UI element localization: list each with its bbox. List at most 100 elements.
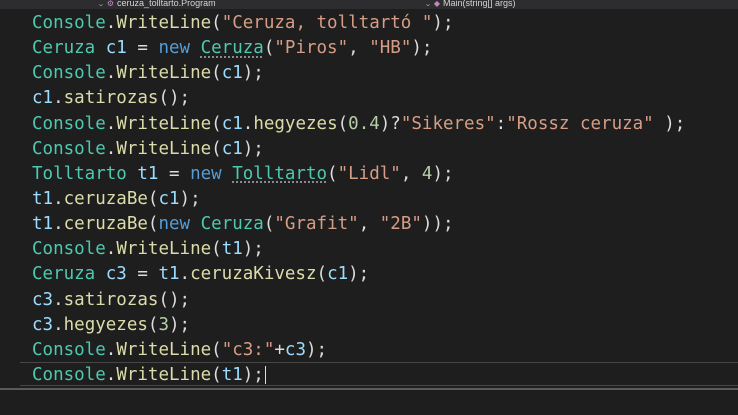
- code-text-area[interactable]: Console.WriteLine("Ceruza, tolltartó ");…: [32, 11, 685, 388]
- navigation-bar: ⌄ ⚙ ceruza_tolltarto.Program ⌄ ◆ Main(string…: [0, 0, 738, 9]
- text-cursor: [265, 366, 266, 384]
- variable-token: c1: [105, 38, 127, 59]
- punctuation-token: );: [242, 138, 264, 159]
- string-literal-token: "Piros": [274, 38, 349, 59]
- punctuation-token: (: [211, 239, 222, 260]
- member-dropdown[interactable]: ⌄ ◆ Main(string[] args): [424, 0, 515, 9]
- number-literal-token: 3: [158, 314, 170, 335]
- punctuation-token: .: [53, 88, 64, 109]
- punctuation-token: );: [432, 13, 454, 33]
- method-name-token: ceruzaKivesz: [190, 264, 317, 285]
- punctuation-token: .: [242, 113, 254, 134]
- code-line[interactable]: Console.WriteLine("Ceruza, tolltartó ");: [32, 11, 685, 36]
- punctuation-token: (: [147, 188, 159, 209]
- code-line[interactable]: Ceruza c1 = new Ceruza("Piros", "HB");: [32, 36, 685, 61]
- method-name-token: ceruzaBe: [63, 214, 148, 235]
- punctuation-token: +: [274, 339, 285, 360]
- type-name-token: Ceruza: [200, 214, 264, 235]
- variable-token: c1: [158, 188, 180, 209]
- punctuation-token: (: [263, 214, 275, 235]
- variable-token: t1: [221, 239, 243, 260]
- variable-token: t1: [221, 364, 243, 385]
- variable-token: c3: [284, 339, 306, 360]
- punctuation-token: (: [147, 214, 159, 235]
- code-editor[interactable]: ⌄ ⚙ ceruza_tolltarto.Program ⌄ ◆ Main(string…: [0, 0, 738, 415]
- punctuation-token: (: [211, 339, 222, 360]
- code-line[interactable]: Console.WriteLine(t1);: [32, 237, 685, 262]
- method-name-token: WriteLine: [116, 138, 212, 159]
- type-name-token: Ceruza: [32, 38, 96, 59]
- type-name-token: Console: [32, 13, 106, 33]
- punctuation-token: (: [211, 138, 222, 159]
- code-line[interactable]: Console.WriteLine(t1);: [32, 363, 685, 388]
- punctuation-token: .: [105, 364, 117, 385]
- punctuation-token: .: [53, 314, 64, 335]
- punctuation-token: (: [316, 264, 328, 285]
- punctuation-token: );: [242, 364, 264, 385]
- code-line[interactable]: c3.satirozas();: [32, 288, 685, 313]
- keyword-token: new: [158, 38, 191, 59]
- class-icon: ⚙: [106, 0, 115, 8]
- code-line[interactable]: Console.WriteLine(c1);: [32, 137, 685, 162]
- method-icon: ◆: [433, 0, 441, 8]
- punctuation-token: ();: [158, 88, 191, 109]
- code-line[interactable]: Console.WriteLine(c1.hegyezes(0.4)?"Sike…: [32, 112, 685, 137]
- punctuation-token: [190, 38, 201, 58]
- punctuation-token: [127, 164, 138, 184]
- punctuation-token: );: [242, 239, 264, 260]
- code-line[interactable]: c3.hegyezes(3);: [32, 313, 685, 338]
- punctuation-token: (: [211, 113, 222, 134]
- punctuation-token: (: [327, 163, 338, 184]
- keyword-token: new: [190, 163, 222, 184]
- punctuation-token: :: [495, 113, 507, 134]
- type-name-token: Console: [32, 239, 106, 260]
- variable-token: t1: [32, 188, 54, 209]
- type-name-token: Ceruza: [200, 38, 264, 59]
- code-line[interactable]: Tolltarto t1 = new Tolltarto("Lidl", 4);: [32, 162, 685, 187]
- type-name-token: Console: [32, 339, 106, 360]
- punctuation-token: .: [105, 138, 117, 159]
- string-literal-token: "Rossz ceruza": [506, 113, 654, 134]
- class-dropdown[interactable]: ⌄ ⚙ ceruza_tolltarto.Program: [97, 0, 216, 9]
- punctuation-token: ));: [421, 214, 454, 235]
- punctuation-token: );: [432, 163, 454, 184]
- type-name-token: Ceruza: [32, 264, 96, 285]
- punctuation-token: ,: [400, 163, 422, 184]
- string-literal-token: "Lidl": [337, 163, 401, 184]
- code-line[interactable]: Console.WriteLine("c3:"+c3);: [32, 338, 685, 363]
- variable-token: c1: [32, 88, 54, 109]
- code-line[interactable]: t1.ceruzaBe(new Ceruza("Grafit", "2B"));: [32, 212, 685, 237]
- punctuation-token: );: [242, 63, 264, 84]
- editor-gutter[interactable]: [0, 9, 20, 415]
- type-name-token: Console: [32, 364, 106, 385]
- punctuation-token: (: [211, 364, 222, 385]
- code-line[interactable]: Ceruza c3 = t1.ceruzaKivesz(c1);: [32, 262, 685, 287]
- type-name-token: Tolltarto: [32, 163, 127, 184]
- punctuation-token: [95, 38, 106, 58]
- type-name-token: Console: [32, 113, 106, 134]
- class-path-label: ceruza_tolltarto.Program: [117, 0, 216, 8]
- punctuation-token: (: [263, 38, 275, 59]
- punctuation-token: [95, 264, 106, 284]
- punctuation-token: ,: [358, 214, 380, 235]
- method-name-token: WriteLine: [116, 63, 212, 84]
- punctuation-token: .: [53, 214, 64, 235]
- variable-token: t1: [32, 214, 54, 235]
- string-literal-token: "Grafit": [274, 214, 359, 235]
- method-name-token: hegyezes: [63, 314, 148, 335]
- punctuation-token: .: [179, 264, 191, 285]
- variable-token: c1: [327, 264, 349, 285]
- punctuation-token: [222, 164, 233, 184]
- variable-token: c3: [105, 264, 127, 285]
- punctuation-token: );: [411, 38, 433, 59]
- code-line[interactable]: t1.ceruzaBe(c1);: [32, 187, 685, 212]
- punctuation-token: .: [105, 13, 117, 33]
- string-literal-token: "c3:": [221, 339, 275, 360]
- punctuation-token: .: [105, 63, 117, 84]
- code-line[interactable]: c1.satirozas();: [32, 86, 685, 111]
- code-line[interactable]: Console.WriteLine(c1);: [32, 61, 685, 86]
- editor-separator: [0, 388, 738, 390]
- punctuation-token: (: [211, 63, 222, 84]
- punctuation-token: [190, 214, 201, 234]
- variable-token: c1: [221, 63, 243, 84]
